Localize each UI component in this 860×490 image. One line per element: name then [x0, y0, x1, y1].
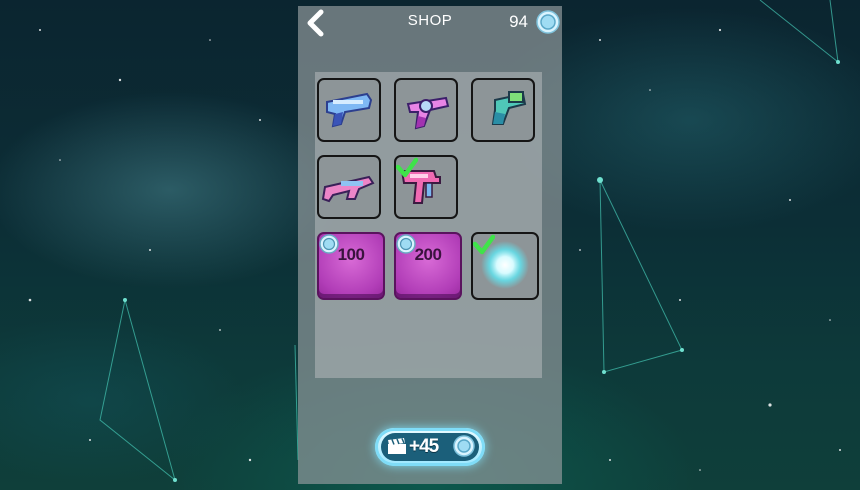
coin-icon: [536, 10, 560, 34]
shop-item-pink-revolver[interactable]: [394, 78, 458, 142]
coin-balance: 94: [509, 12, 528, 31]
shop-item-teal-flare-gun[interactable]: [471, 78, 535, 142]
shop-item-locked-200[interactable]: 200: [394, 232, 462, 300]
chevron-left-icon: [307, 9, 324, 37]
blue-pistol-icon: [326, 92, 373, 128]
shop-item-glowing-orb[interactable]: [471, 232, 539, 300]
back-button[interactable]: [302, 8, 328, 38]
shop-grid: 100 200: [315, 72, 542, 378]
coin-icon: [319, 234, 339, 254]
shop-item-pink-uzi[interactable]: [394, 155, 458, 219]
pink-blaster-rifle-icon: [321, 175, 375, 203]
clapperboard-icon: [388, 438, 406, 454]
pink-revolver-icon: [406, 96, 450, 130]
page-title: SHOP: [407, 12, 453, 29]
shop-item-pink-blaster-rifle[interactable]: [317, 155, 381, 219]
check-icon: [396, 157, 418, 178]
reward-amount: +45: [409, 436, 439, 457]
coin-icon: [453, 435, 475, 457]
shop-item-blue-pistol[interactable]: [317, 78, 381, 142]
shop-item-locked-100[interactable]: 100: [317, 232, 385, 300]
watch-ad-reward-button[interactable]: +45: [375, 428, 485, 466]
check-icon: [473, 234, 495, 255]
teal-flare-gun-icon: [491, 91, 527, 125]
coin-icon: [396, 234, 416, 254]
